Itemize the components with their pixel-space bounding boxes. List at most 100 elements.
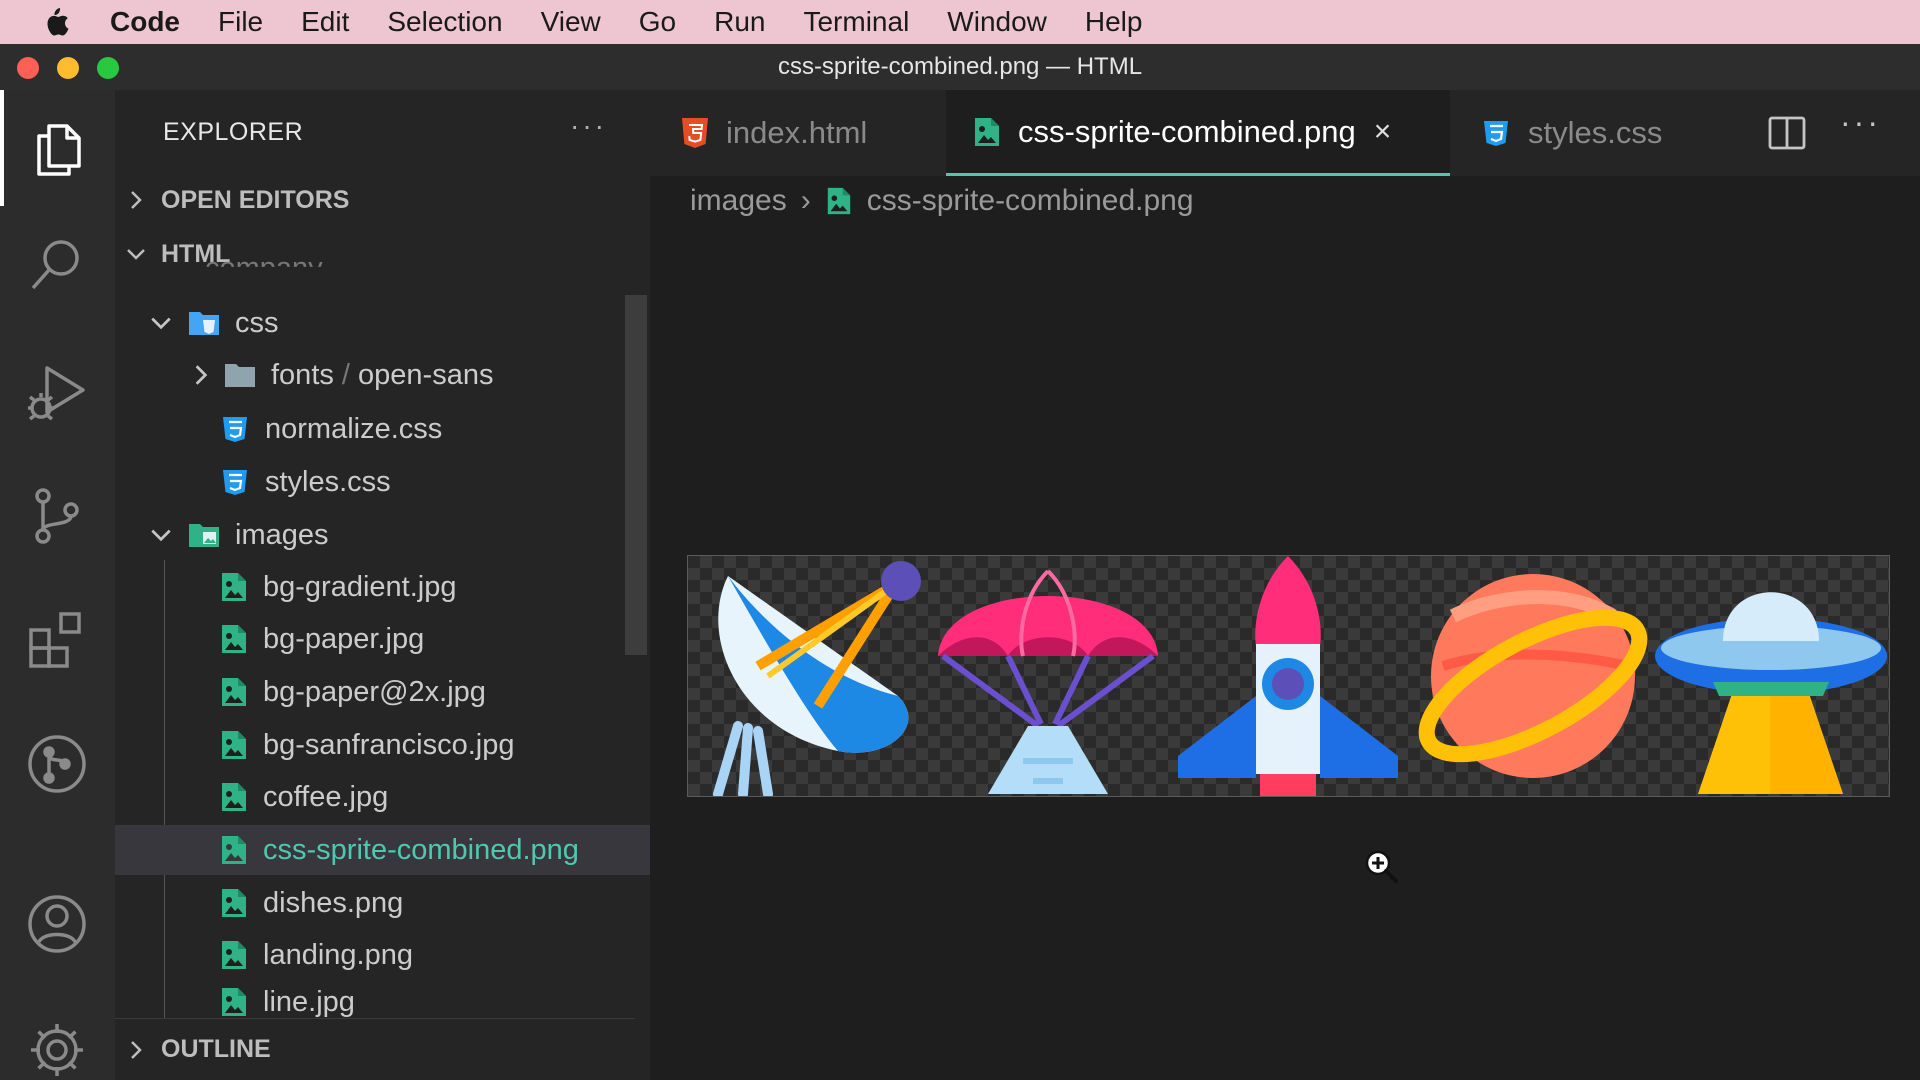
folder-css-icon	[189, 312, 219, 335]
active-view-indicator	[0, 90, 4, 206]
tree-file-line[interactable]: line.jpg	[127, 983, 627, 1021]
tree-item-label: styles.css	[265, 465, 391, 498]
tree-file-normalize-css[interactable]: normalize.css	[127, 404, 627, 454]
open-editors-label: OPEN EDITORS	[161, 185, 350, 214]
sprite-image-preview[interactable]	[687, 555, 1890, 797]
outline-section[interactable]: OUTLINE	[115, 1018, 635, 1080]
css3-file-icon	[223, 470, 247, 495]
tree-folder-fonts[interactable]: fonts / open-sans	[127, 350, 627, 400]
source-control-icon[interactable]	[25, 484, 89, 548]
chevron-down-icon	[151, 529, 171, 542]
close-tab-button[interactable]: ×	[1374, 115, 1392, 149]
tree-item-label: coffee.jpg	[263, 780, 389, 813]
planet-icon	[1418, 574, 1648, 778]
menu-view[interactable]: View	[541, 6, 601, 38]
tree-folder-css[interactable]: css	[127, 298, 627, 348]
menu-app-name[interactable]: Code	[110, 6, 180, 38]
breadcrumb-separator: ›	[800, 184, 811, 217]
menu-go[interactable]: Go	[639, 6, 676, 38]
tree-item-label: dishes.png	[263, 886, 404, 919]
tree-item-label: landing.png	[263, 938, 413, 971]
zoom-in-cursor-icon	[1365, 850, 1398, 883]
tree-item-label: bg-gradient.jpg	[263, 570, 457, 603]
rocket-icon	[1178, 556, 1398, 796]
image-file-icon	[222, 988, 246, 1016]
explorer-title: EXPLORER	[163, 118, 304, 146]
tree-item-label: bg-sanfrancisco.jpg	[263, 728, 515, 761]
satellite-dish-icon	[713, 561, 921, 796]
tree-file-coffee[interactable]: coffee.jpg	[127, 772, 627, 822]
tab-css-sprite-combined[interactable]: css-sprite-combined.png ×	[946, 90, 1450, 176]
image-file-icon	[222, 678, 246, 706]
git-graph-icon[interactable]	[25, 732, 89, 796]
chevron-down-icon	[151, 317, 171, 330]
tree-item-label: css-sprite-combined.png	[263, 833, 579, 866]
css3-file-icon	[223, 417, 247, 442]
image-file-icon	[975, 117, 999, 146]
menu-help[interactable]: Help	[1085, 6, 1143, 38]
tree-item-label: bg-paper@2x.jpg	[263, 675, 486, 708]
tree-file-bg-sanfrancisco[interactable]: bg-sanfrancisco.jpg	[127, 720, 627, 770]
sidebar-scrollbar[interactable]	[625, 295, 647, 655]
tree-file-bg-gradient[interactable]: bg-gradient.jpg	[127, 562, 627, 612]
chevron-down-icon	[127, 249, 145, 260]
tree-folder-images[interactable]: images	[127, 510, 627, 560]
extensions-icon[interactable]	[25, 608, 89, 672]
chevron-right-icon	[131, 191, 142, 209]
split-editor-icon[interactable]	[1764, 110, 1810, 156]
image-file-icon	[222, 941, 246, 969]
tree-item-label: bg-paper.jpg	[263, 622, 425, 655]
chevron-right-icon	[131, 1040, 142, 1059]
open-editors-section[interactable]: OPEN EDITORS	[125, 180, 349, 220]
breadcrumb-file[interactable]: css-sprite-combined.png	[867, 184, 1194, 218]
tree-item-label: fonts / open-sans	[271, 358, 494, 391]
breadcrumb-folder[interactable]: images	[690, 184, 787, 218]
css3-icon	[1484, 121, 1508, 146]
activity-bar	[0, 90, 115, 1080]
ufo-icon	[1655, 592, 1887, 794]
explorer-more-actions[interactable]: ···	[570, 110, 607, 142]
window-title-bar: css-sprite-combined.png — HTML	[0, 44, 1920, 90]
tree-file-styles-css[interactable]: styles.css	[127, 457, 627, 507]
explorer-files-icon[interactable]	[25, 116, 89, 180]
tree-item-label: css	[235, 306, 279, 339]
tree-file-landing[interactable]: landing.png	[127, 930, 627, 980]
macos-menu-bar: Code File Edit Selection View Go Run Ter…	[0, 0, 1920, 44]
folder-images-icon	[189, 524, 219, 547]
outline-label: OUTLINE	[161, 1035, 271, 1063]
window-title: css-sprite-combined.png — HTML	[777, 53, 1143, 80]
apple-logo-icon[interactable]	[40, 5, 70, 39]
tree-file-bg-paper-2x[interactable]: bg-paper@2x.jpg	[127, 667, 627, 717]
manage-gear-icon[interactable]	[25, 1018, 89, 1080]
image-file-icon	[222, 625, 246, 653]
editor-tab-bar: index.html css-sprite-combined.png × sty…	[650, 90, 1920, 176]
menu-selection[interactable]: Selection	[387, 6, 502, 38]
tab-label: css-sprite-combined.png	[1018, 113, 1356, 149]
tab-index-html[interactable]: index.html	[680, 90, 930, 176]
tab-label: index.html	[726, 115, 868, 150]
menu-run[interactable]: Run	[714, 6, 765, 38]
menu-window[interactable]: Window	[947, 6, 1047, 38]
tab-styles-css[interactable]: styles.css	[1480, 90, 1700, 176]
menu-terminal[interactable]: Terminal	[803, 6, 909, 38]
explorer-sidebar: EXPLORER ··· OPEN EDITORS HTML company c…	[115, 90, 650, 1080]
tree-file-css-sprite-combined[interactable]: css-sprite-combined.png	[115, 825, 650, 875]
menu-file[interactable]: File	[218, 6, 263, 38]
tree-item-label: normalize.css	[265, 412, 443, 445]
tree-item-label: images	[235, 518, 329, 551]
folder-icon	[225, 364, 255, 387]
menu-edit[interactable]: Edit	[301, 6, 349, 38]
accounts-icon[interactable]	[25, 892, 89, 956]
tree-item-label: line.jpg	[263, 985, 355, 1018]
breadcrumb: images › css-sprite-combined.png	[690, 178, 1194, 224]
image-file-icon	[222, 573, 246, 601]
run-and-debug-icon[interactable]	[25, 360, 89, 424]
parachute-icon	[938, 569, 1158, 794]
tree-file-bg-paper[interactable]: bg-paper.jpg	[127, 614, 627, 664]
image-file-icon	[222, 836, 246, 864]
image-file-icon	[827, 187, 850, 215]
search-icon[interactable]	[25, 232, 89, 296]
image-file-icon	[222, 889, 246, 917]
tree-file-dishes[interactable]: dishes.png	[127, 878, 627, 928]
editor-more-actions[interactable]: ···	[1840, 104, 1881, 141]
